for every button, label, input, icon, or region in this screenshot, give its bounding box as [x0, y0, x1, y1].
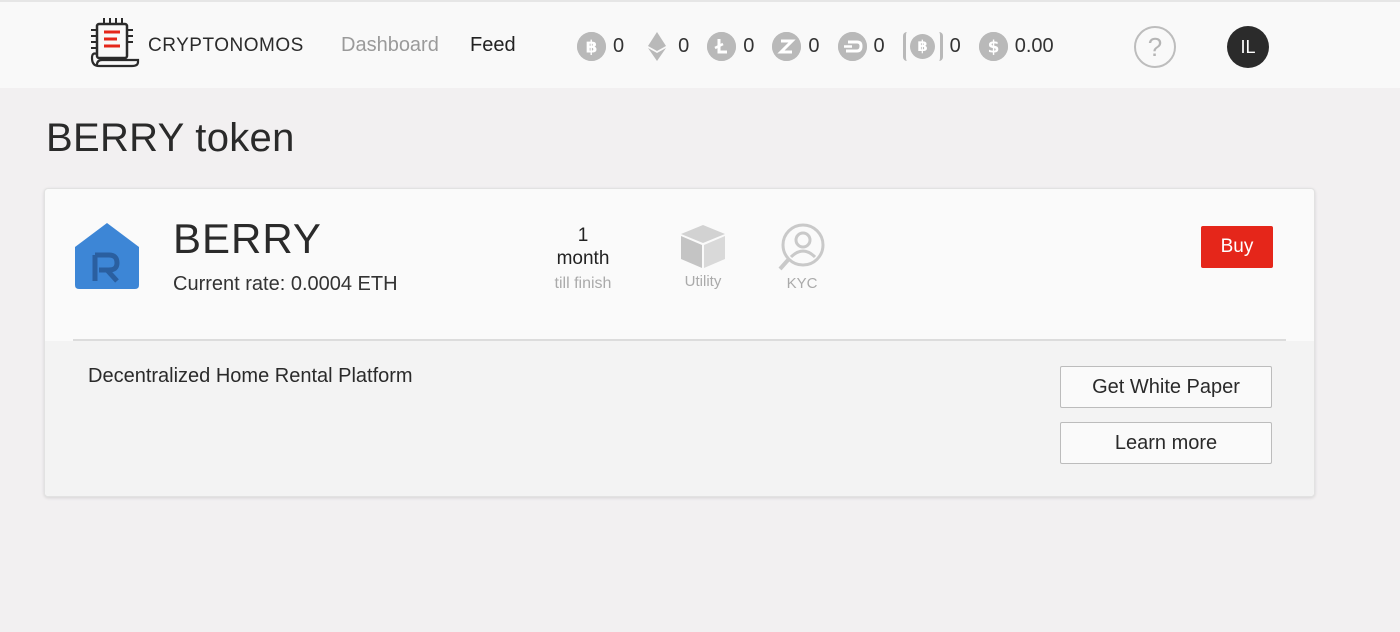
bitcoin-balance-value: 0 — [613, 34, 625, 57]
card-divider — [73, 339, 1286, 341]
sale-countdown: 1 month till finish — [533, 225, 633, 297]
brand-name: CRYPTONOMOS — [148, 35, 304, 56]
learn-more-button[interactable]: Learn more — [1060, 422, 1272, 464]
svg-text:$: $ — [987, 37, 999, 57]
balance-bitcoin[interactable]: ฿ 0 — [577, 31, 625, 61]
balance-bitcoin-cash[interactable]: ฿ 0 — [902, 31, 961, 61]
user-search-icon — [778, 223, 825, 271]
buy-button[interactable]: Buy — [1201, 226, 1273, 268]
countdown-unit: month — [556, 248, 610, 269]
kyc-label: KYC — [786, 275, 818, 292]
box-icon — [681, 225, 725, 268]
user-avatar[interactable]: IL — [1227, 26, 1269, 68]
litecoin-icon — [707, 31, 737, 61]
token-card: BERRY Current rate: 0.0004 ETH 1 month t… — [44, 188, 1315, 497]
balance-dash[interactable]: 0 — [837, 31, 885, 61]
help-button[interactable]: ? — [1134, 26, 1176, 68]
wallet-balances: ฿ 0 0 0 0 0 ฿ 0 $ 0.00 — [577, 30, 1072, 62]
bitcoin-cash-balance-value: 0 — [949, 34, 961, 57]
question-mark-icon: ? — [1147, 31, 1163, 62]
nav-feed-link[interactable]: Feed — [470, 32, 516, 58]
utility-label: Utility — [684, 273, 722, 290]
top-navigation-bar: CRYPTONOMOS Dashboard Feed ฿ 0 0 0 0 0 ฿… — [0, 0, 1400, 88]
zcash-balance-value: 0 — [808, 34, 820, 57]
ethereum-balance-value: 0 — [678, 34, 690, 57]
kyc-feature: KYC — [767, 223, 837, 292]
balance-dollar[interactable]: $ 0.00 — [978, 31, 1054, 61]
balance-litecoin[interactable]: 0 — [707, 31, 755, 61]
balance-zcash[interactable]: 0 — [772, 31, 820, 61]
bitcoin-icon: ฿ — [577, 31, 606, 61]
utility-feature: Utility — [668, 223, 738, 290]
avatar-initials: IL — [1240, 36, 1256, 57]
svg-text:฿: ฿ — [586, 37, 598, 57]
balance-ethereum[interactable]: 0 — [642, 31, 690, 61]
litecoin-balance-value: 0 — [743, 34, 755, 57]
token-name: BERRY — [173, 215, 322, 262]
countdown-label: till finish — [554, 275, 612, 292]
berry-house-logo-icon — [75, 223, 139, 289]
token-description: Decentralized Home Rental Platform — [88, 365, 413, 387]
countdown-number: 1 — [577, 225, 589, 246]
ethereum-icon — [642, 31, 671, 61]
bitcoin-cash-icon: ฿ — [902, 31, 943, 61]
dash-balance-value: 0 — [873, 34, 885, 57]
token-current-rate: Current rate: 0.0004 ETH — [173, 273, 398, 295]
dash-icon — [837, 31, 867, 61]
get-white-paper-button[interactable]: Get White Paper — [1060, 366, 1272, 408]
brand-logo[interactable]: CRYPTONOMOS — [88, 18, 304, 74]
dollar-icon: $ — [978, 31, 1008, 61]
zcash-icon — [772, 31, 802, 61]
nav-dashboard-link[interactable]: Dashboard — [341, 32, 439, 58]
dollar-balance-value: 0.00 — [1014, 34, 1054, 57]
cryptonomos-logo-icon — [90, 18, 140, 68]
page-title: BERRY token — [46, 116, 295, 160]
